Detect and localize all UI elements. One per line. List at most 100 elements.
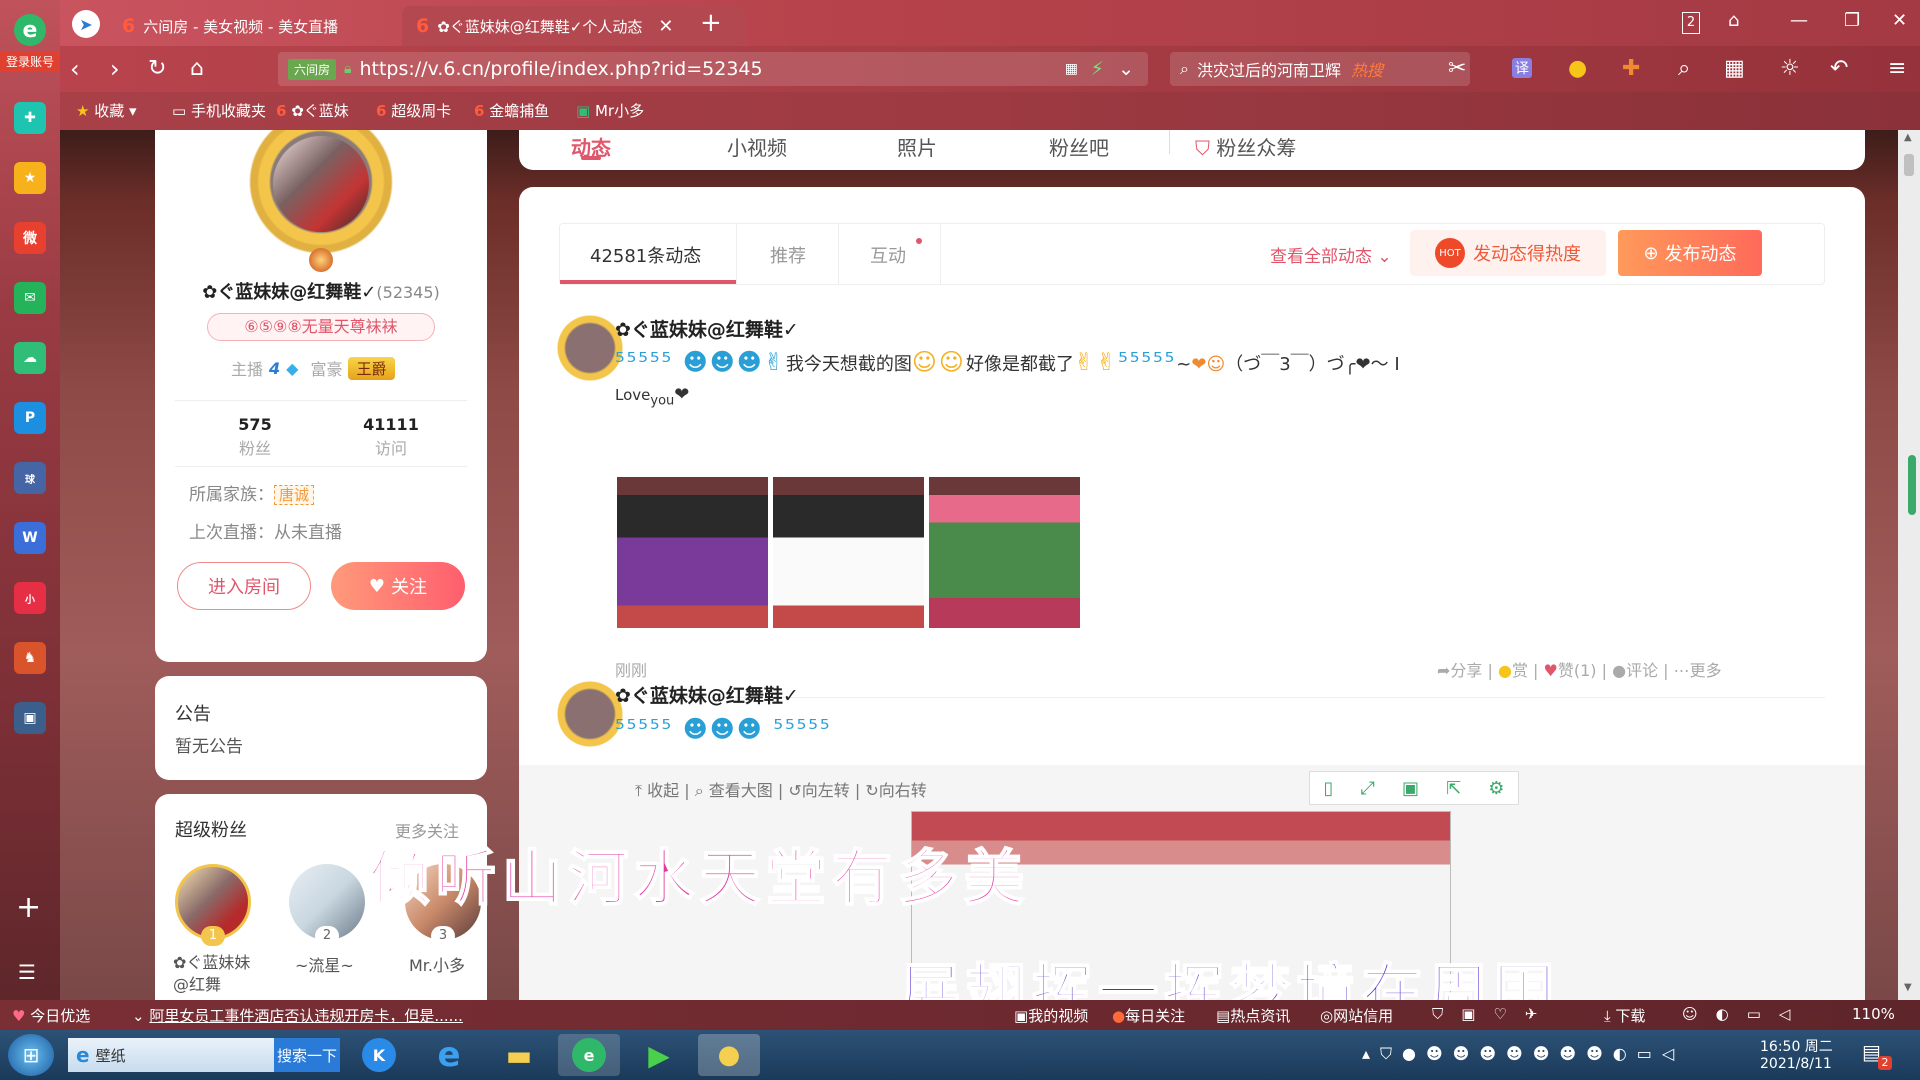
- news-ticker[interactable]: ⌄ 阿里女员工事件酒店否认违规开房卡，但是......: [132, 1005, 463, 1026]
- doc-icon[interactable]: W: [14, 522, 46, 554]
- kugou-icon[interactable]: K: [348, 1034, 410, 1076]
- scroll-thumb[interactable]: [1904, 154, 1914, 176]
- reward-button[interactable]: ●赏: [1498, 661, 1528, 680]
- forward-icon[interactable]: ›: [110, 54, 120, 84]
- bolt-icon[interactable]: ⚡: [1091, 58, 1104, 80]
- undo-icon[interactable]: ↶: [1830, 56, 1848, 81]
- download-button[interactable]: ⤓ 下载: [1604, 1005, 1645, 1026]
- clock-time[interactable]: 16:50 周二: [1760, 1036, 1833, 1056]
- cloud-icon[interactable]: ☁: [14, 342, 46, 374]
- url-input[interactable]: 六间房 🔒︎ https://v.6.cn/profile/index.php?…: [278, 52, 1148, 86]
- comment-button[interactable]: ●评论: [1612, 661, 1658, 680]
- scroll-up-icon[interactable]: ▲: [1904, 132, 1912, 143]
- apps-grid-icon[interactable]: ▦: [1724, 56, 1745, 81]
- tab-profile[interactable]: 6 ✿ぐ蓝妹妹@红舞鞋✓个人动态 ✕: [402, 6, 746, 46]
- side-scroll-indicator[interactable]: [1908, 455, 1916, 515]
- sidebar-app-icon[interactable]: ✚: [14, 102, 46, 134]
- heat-button[interactable]: HOT 发动态得热度: [1410, 230, 1606, 276]
- ie-taskbar-icon[interactable]: e: [418, 1034, 480, 1076]
- translate-icon[interactable]: 译: [1512, 58, 1532, 78]
- site-credit-link[interactable]: ◎网站信用: [1320, 1005, 1393, 1026]
- collapse-button[interactable]: ⤒ 收起: [635, 781, 679, 800]
- tab-6rooms[interactable]: 6 六间房 - 美女视频 - 美女直播: [108, 6, 394, 46]
- vertical-scrollbar[interactable]: ▲ ▼: [1898, 130, 1920, 1000]
- nav-tab-fanbar[interactable]: 粉丝吧: [1049, 132, 1109, 161]
- status-tools-right[interactable]: ☺◐▭◁: [1682, 1005, 1808, 1023]
- game-icon[interactable]: ♞: [14, 642, 46, 674]
- player-icon[interactable]: ▶: [628, 1034, 690, 1076]
- home-icon[interactable]: ⌂: [190, 54, 204, 84]
- my-video-link[interactable]: ▣我的视频: [1014, 1005, 1088, 1026]
- nav-tab-crowdfund[interactable]: ⛉ 粉丝众筹: [1195, 132, 1296, 161]
- video-app-icon[interactable]: 小: [14, 582, 46, 614]
- mail-icon[interactable]: ✉: [14, 282, 46, 314]
- post-author[interactable]: ✿ぐ蓝妹妹@红舞鞋✓: [615, 681, 799, 708]
- save-icon[interactable]: ▣: [1402, 778, 1419, 799]
- favorites-star-icon[interactable]: ★: [14, 162, 46, 194]
- post-avatar[interactable]: [557, 681, 623, 747]
- post-image[interactable]: [617, 477, 768, 628]
- post-avatar[interactable]: [557, 315, 623, 381]
- bookmark-mobile[interactable]: ▭ 手机收藏夹: [172, 100, 266, 121]
- tab-interact[interactable]: 互动: [870, 242, 906, 268]
- scissors-icon[interactable]: ✂: [1448, 56, 1466, 81]
- browser-taskbar-icon[interactable]: e: [558, 1034, 620, 1076]
- publish-button[interactable]: ⊕ 发布动态: [1618, 230, 1762, 276]
- qiu-icon[interactable]: 球: [14, 462, 46, 494]
- explorer-icon[interactable]: ▬: [488, 1034, 550, 1076]
- status-tools[interactable]: ⛉▣♡✈: [1432, 1005, 1555, 1023]
- coin-icon[interactable]: ●: [1568, 56, 1587, 81]
- pp-icon[interactable]: P: [14, 402, 46, 434]
- login-button[interactable]: 登录账号: [0, 52, 60, 72]
- new-tab-button[interactable]: +: [700, 8, 722, 38]
- maximize-icon[interactable]: ❐: [1844, 10, 1860, 31]
- view-all-dropdown[interactable]: 查看全部动态 ⌄: [1270, 242, 1392, 267]
- nav-tab-photos[interactable]: 照片: [897, 132, 937, 161]
- minimize-icon[interactable]: —: [1790, 10, 1808, 31]
- tray-icons[interactable]: ▴⛉●☻☻☻☻☻☻☻◐▭◁: [1362, 1044, 1684, 1064]
- rotate-left-button[interactable]: ↺向左转: [788, 781, 849, 800]
- brightness-icon[interactable]: ☼: [1780, 56, 1800, 81]
- post-image[interactable]: [929, 477, 1080, 628]
- scroll-down-icon[interactable]: ▼: [1904, 982, 1912, 993]
- bookmark-profile[interactable]: 6 ✿ぐ蓝妹: [276, 100, 349, 121]
- dropdown-icon[interactable]: ⌄: [1118, 58, 1134, 80]
- refresh-icon[interactable]: ↻: [148, 54, 166, 84]
- close-tab-icon[interactable]: ✕: [658, 16, 673, 37]
- start-button[interactable]: ⊞: [8, 1034, 54, 1076]
- share-button[interactable]: ➦分享: [1437, 661, 1482, 680]
- avatar[interactable]: [273, 136, 369, 232]
- tab-count-badge[interactable]: 2: [1682, 12, 1700, 34]
- weibo-icon[interactable]: 微: [14, 222, 46, 254]
- browser-logo-icon[interactable]: e: [14, 14, 46, 46]
- magnifier-icon[interactable]: ⌕: [1678, 56, 1690, 81]
- game2-icon[interactable]: ▣: [14, 702, 46, 734]
- ie-search-box[interactable]: e 壁纸: [68, 1038, 274, 1072]
- qr-icon[interactable]: ▦: [1065, 61, 1078, 77]
- hot-news-link[interactable]: ▤热点资讯: [1216, 1005, 1290, 1026]
- daily-follow-link[interactable]: ●每日关注: [1112, 1005, 1185, 1026]
- bookmark-favorites[interactable]: ★ 收藏 ▾: [76, 100, 137, 121]
- shirt-icon[interactable]: ⌂: [1728, 10, 1739, 31]
- bookmark-fishing[interactable]: 6 金蟾捕鱼: [474, 100, 549, 121]
- family-badge[interactable]: 唐诚: [274, 485, 315, 505]
- browser-nav-icon[interactable]: ➤: [72, 10, 100, 38]
- clock-date[interactable]: 2021/8/11: [1760, 1056, 1832, 1072]
- add-icon[interactable]: +: [16, 890, 41, 925]
- bookmark-weekly[interactable]: 6 超级周卡: [376, 100, 451, 121]
- bookmark-mr[interactable]: ▣ Mr小多: [576, 100, 644, 121]
- search-input[interactable]: ⌕ 洪灾过后的河南卫辉 热搜: [1170, 52, 1470, 86]
- close-window-icon[interactable]: ✕: [1892, 10, 1907, 31]
- back-icon[interactable]: ‹: [70, 54, 80, 84]
- browser-menu-icon[interactable]: ≡: [1888, 56, 1906, 81]
- nav-tab-videos[interactable]: 小视频: [727, 132, 787, 161]
- post-image[interactable]: [773, 477, 924, 628]
- view-large-button[interactable]: ⌕ 查看大图: [695, 781, 773, 800]
- taskbar-search-button[interactable]: 搜索一下: [274, 1038, 340, 1072]
- fit-icon[interactable]: ▯: [1324, 778, 1334, 799]
- rotate-right-button[interactable]: ↻向右转: [865, 781, 926, 800]
- daily-pick[interactable]: ♥ 今日优选: [12, 1005, 90, 1026]
- bird-app-icon[interactable]: ●: [698, 1034, 760, 1076]
- settings-icon[interactable]: ⚙: [1488, 778, 1504, 799]
- tab-all-dynamics[interactable]: 42581条动态: [590, 242, 701, 268]
